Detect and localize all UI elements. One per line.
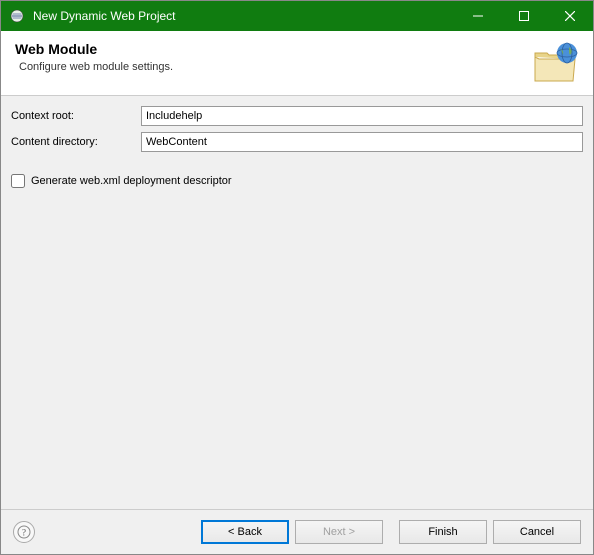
- minimize-button[interactable]: [455, 1, 501, 31]
- window-title: New Dynamic Web Project: [33, 9, 455, 23]
- next-button: Next >: [295, 520, 383, 544]
- page-title: Web Module: [15, 41, 531, 57]
- maximize-button[interactable]: [501, 1, 547, 31]
- finish-button[interactable]: Finish: [399, 520, 487, 544]
- titlebar: New Dynamic Web Project: [1, 1, 593, 31]
- page-subtitle: Configure web module settings.: [15, 61, 531, 73]
- cancel-button[interactable]: Cancel: [493, 520, 581, 544]
- content-directory-label: Content directory:: [11, 136, 141, 148]
- context-root-row: Context root:: [11, 106, 583, 126]
- titlebar-controls: [455, 1, 593, 31]
- close-button[interactable]: [547, 1, 593, 31]
- generate-webxml-label: Generate web.xml deployment descriptor: [31, 175, 232, 187]
- generate-webxml-checkbox[interactable]: [11, 174, 25, 188]
- button-bar: ? < Back Next > Finish Cancel: [1, 509, 593, 554]
- dialog-window: New Dynamic Web Project Web Module Confi…: [0, 0, 594, 555]
- context-root-input[interactable]: [141, 106, 583, 126]
- content-directory-row: Content directory:: [11, 132, 583, 152]
- help-button[interactable]: ?: [13, 521, 35, 543]
- content-directory-input[interactable]: [141, 132, 583, 152]
- back-button[interactable]: < Back: [201, 520, 289, 544]
- dialog-header: Web Module Configure web module settings…: [1, 31, 593, 96]
- generate-webxml-row: Generate web.xml deployment descriptor: [11, 174, 583, 188]
- svg-text:?: ?: [22, 528, 26, 538]
- eclipse-icon: [9, 8, 25, 24]
- folder-globe-icon: [531, 41, 579, 83]
- form-area: Context root: Content directory: Generat…: [1, 96, 593, 509]
- context-root-label: Context root:: [11, 110, 141, 122]
